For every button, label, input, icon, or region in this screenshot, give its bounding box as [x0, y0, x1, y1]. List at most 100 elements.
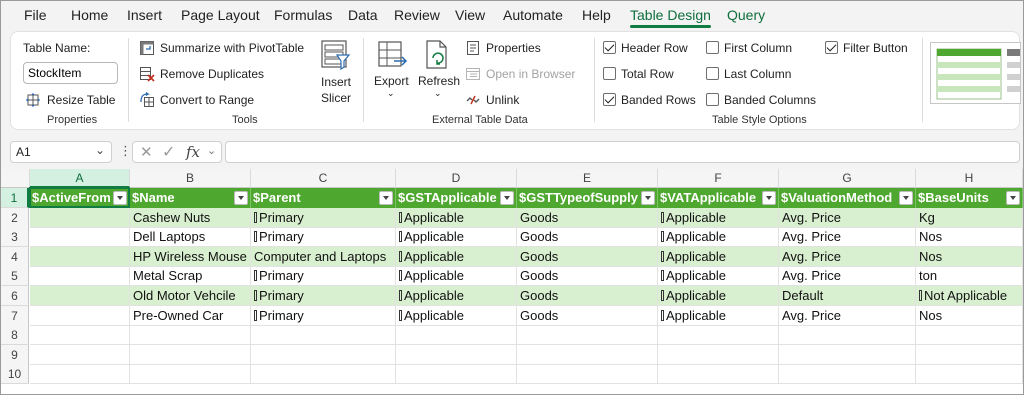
column-header-e[interactable]: E — [517, 169, 658, 188]
table-cell[interactable]: Not Applicable — [916, 286, 1023, 306]
open-in-browser-button[interactable]: Open in Browser — [465, 65, 595, 83]
row-header-9[interactable]: 9 — [1, 344, 29, 365]
banded-rows-option[interactable]: Banded Rows — [602, 91, 702, 109]
empty-cell[interactable] — [30, 344, 130, 365]
empty-cell[interactable] — [251, 325, 396, 346]
last-column-option[interactable]: Last Column — [705, 65, 815, 83]
empty-cell[interactable] — [916, 325, 1023, 346]
remove-duplicates-button[interactable]: Remove Duplicates — [139, 65, 309, 83]
export-button[interactable]: Export ⌄ — [373, 37, 411, 103]
summarize-pivottable-button[interactable]: Summarize with PivotTable — [139, 39, 309, 57]
more-options-icon[interactable]: ⋮ — [119, 144, 132, 157]
column-header-b[interactable]: B — [130, 169, 251, 188]
empty-cell[interactable] — [517, 364, 658, 385]
column-header-g[interactable]: G — [779, 169, 916, 188]
tab-help[interactable]: Help — [582, 7, 611, 23]
row-header-7[interactable]: 7 — [1, 305, 29, 326]
empty-cell[interactable] — [130, 344, 251, 365]
tab-insert[interactable]: Insert — [127, 7, 162, 23]
table-cell[interactable]: Goods — [517, 286, 658, 306]
table-cell[interactable] — [30, 305, 130, 326]
table-cell[interactable]: Nos — [916, 246, 1023, 267]
row-header-4[interactable]: 4 — [1, 246, 29, 267]
filter-button-checkbox[interactable] — [825, 41, 838, 54]
table-header-cell[interactable]: $Name — [130, 188, 251, 208]
tab-automate[interactable]: Automate — [503, 7, 563, 23]
table-cell[interactable] — [30, 266, 130, 287]
table-cell[interactable]: Avg. Price — [779, 227, 916, 248]
empty-cell[interactable] — [396, 344, 517, 365]
table-cell[interactable]: Applicable — [658, 246, 779, 267]
row-header-10[interactable]: 10 — [1, 364, 29, 385]
table-cell[interactable]: Avg. Price — [779, 246, 916, 267]
empty-cell[interactable] — [916, 344, 1023, 365]
row-header-1[interactable]: 1 — [1, 188, 29, 208]
row-header-6[interactable]: 6 — [1, 286, 29, 306]
tab-query[interactable]: Query — [727, 7, 765, 23]
empty-cell[interactable] — [251, 364, 396, 385]
banded-columns-checkbox[interactable] — [706, 93, 719, 106]
row-header-2[interactable]: 2 — [1, 207, 29, 228]
table-cell[interactable]: Applicable — [396, 207, 517, 228]
unlink-button[interactable]: Unlink — [465, 91, 575, 109]
last-column-checkbox[interactable] — [706, 67, 719, 80]
name-box[interactable]: A1 ⌄ — [10, 141, 112, 163]
empty-cell[interactable] — [251, 344, 396, 365]
table-cell[interactable] — [30, 286, 130, 306]
tab-view[interactable]: View — [455, 7, 485, 23]
banded-columns-option[interactable]: Banded Columns — [705, 91, 825, 109]
table-header-cell[interactable]: $BaseUnits — [916, 188, 1023, 208]
table-header-cell[interactable]: $VATApplicable — [658, 188, 779, 208]
table-cell[interactable]: Goods — [517, 266, 658, 287]
table-cell[interactable]: Nos — [916, 227, 1023, 248]
table-header-cell[interactable]: $ValuationMethod — [779, 188, 916, 208]
empty-cell[interactable] — [396, 325, 517, 346]
properties-button[interactable]: Properties — [465, 39, 575, 57]
table-cell[interactable]: HP Wireless Mouse — [130, 246, 251, 267]
table-cell[interactable]: Applicable — [658, 207, 779, 228]
empty-cell[interactable] — [779, 325, 916, 346]
table-cell[interactable] — [30, 207, 130, 228]
table-cell[interactable]: Goods — [517, 246, 658, 267]
column-header-c[interactable]: C — [251, 169, 396, 188]
table-cell[interactable]: Goods — [517, 227, 658, 248]
table-cell[interactable]: Applicable — [396, 227, 517, 248]
table-cell[interactable]: Applicable — [396, 305, 517, 326]
tab-formulas[interactable]: Formulas — [274, 7, 332, 23]
table-cell[interactable]: Primary — [251, 286, 396, 306]
table-cell[interactable]: Dell Laptops — [130, 227, 251, 248]
table-styles-gallery[interactable] — [930, 42, 1021, 104]
column-header-h[interactable]: H — [916, 169, 1023, 188]
empty-cell[interactable] — [779, 344, 916, 365]
table-cell[interactable]: Applicable — [658, 227, 779, 248]
tab-table-design[interactable]: Table Design — [630, 7, 711, 28]
empty-cell[interactable] — [396, 364, 517, 385]
table-cell[interactable]: Applicable — [396, 246, 517, 267]
column-header-a[interactable]: A — [30, 169, 130, 188]
header-row-checkbox[interactable] — [603, 41, 616, 54]
table-cell[interactable]: ton — [916, 266, 1023, 287]
filter-dropdown-icon[interactable] — [762, 191, 776, 205]
empty-cell[interactable] — [130, 325, 251, 346]
empty-cell[interactable] — [130, 364, 251, 385]
table-cell[interactable]: Applicable — [658, 266, 779, 287]
filter-dropdown-icon[interactable] — [500, 191, 514, 205]
first-column-checkbox[interactable] — [706, 41, 719, 54]
insert-function-button[interactable]: fx — [186, 143, 200, 161]
row-header-3[interactable]: 3 — [1, 227, 29, 248]
table-cell[interactable]: Metal Scrap — [130, 266, 251, 287]
filter-dropdown-icon[interactable] — [899, 191, 913, 205]
empty-cell[interactable] — [517, 344, 658, 365]
filter-dropdown-icon[interactable] — [1006, 191, 1020, 205]
column-header-d[interactable]: D — [396, 169, 517, 188]
table-cell[interactable]: Primary — [251, 266, 396, 287]
total-row-option[interactable]: Total Row — [602, 65, 702, 83]
refresh-button[interactable]: Refresh ⌄ — [415, 37, 460, 103]
table-cell[interactable]: Primary — [251, 207, 396, 228]
table-cell[interactable]: Primary — [251, 305, 396, 326]
table-header-cell[interactable]: $GSTApplicable — [396, 188, 517, 208]
resize-table-button[interactable]: Resize Table — [25, 91, 115, 109]
table-cell[interactable]: Kg — [916, 207, 1023, 228]
convert-to-range-button[interactable]: Convert to Range — [139, 91, 309, 109]
table-header-cell[interactable]: $GSTTypeofSupply — [517, 188, 658, 208]
